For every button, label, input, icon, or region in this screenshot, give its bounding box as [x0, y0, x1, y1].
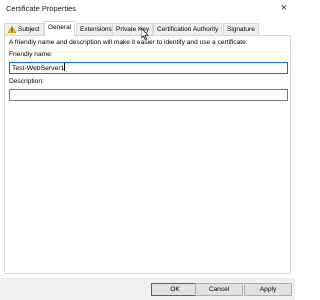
tab-signature[interactable]: Signature — [223, 23, 259, 35]
tab-extensions[interactable]: Extensions — [76, 23, 116, 35]
friendly-name-label: Friendly name: — [9, 51, 53, 58]
mouse-pointer-icon — [141, 28, 149, 40]
ok-button[interactable]: OK — [151, 283, 199, 296]
description-label: Description: — [9, 78, 44, 85]
tab-general[interactable]: General — [44, 21, 76, 36]
tab-subject-label: Subject — [18, 26, 40, 33]
tab-signature-label: Signature — [227, 26, 255, 33]
tab-certification-authority[interactable]: Certification Authority — [153, 23, 223, 35]
title-bar: Certificate Properties × — [0, 0, 295, 18]
apply-button[interactable]: Apply — [244, 283, 292, 296]
certificate-properties-dialog: Certificate Properties × Subject General… — [0, 0, 295, 300]
description-input[interactable] — [9, 89, 288, 101]
general-tab-panel: A friendly name and description will mak… — [4, 35, 291, 274]
friendly-name-value: Test-WebServer1 — [12, 65, 65, 72]
cancel-button[interactable]: Cancel — [195, 283, 243, 296]
tab-subject[interactable]: Subject — [4, 23, 44, 35]
tab-certification-authority-label: Certification Authority — [157, 26, 219, 33]
tab-extensions-label: Extensions — [80, 26, 112, 33]
close-icon[interactable]: × — [281, 2, 287, 14]
text-caret — [64, 63, 66, 71]
button-bar: OK Cancel Apply — [0, 278, 295, 300]
warning-icon — [8, 25, 16, 33]
general-description-text: A friendly name and description will mak… — [9, 39, 248, 46]
window-title: Certificate Properties — [6, 4, 77, 13]
friendly-name-input[interactable]: Test-WebServer1 — [9, 62, 288, 74]
tab-general-label: General — [48, 24, 72, 31]
